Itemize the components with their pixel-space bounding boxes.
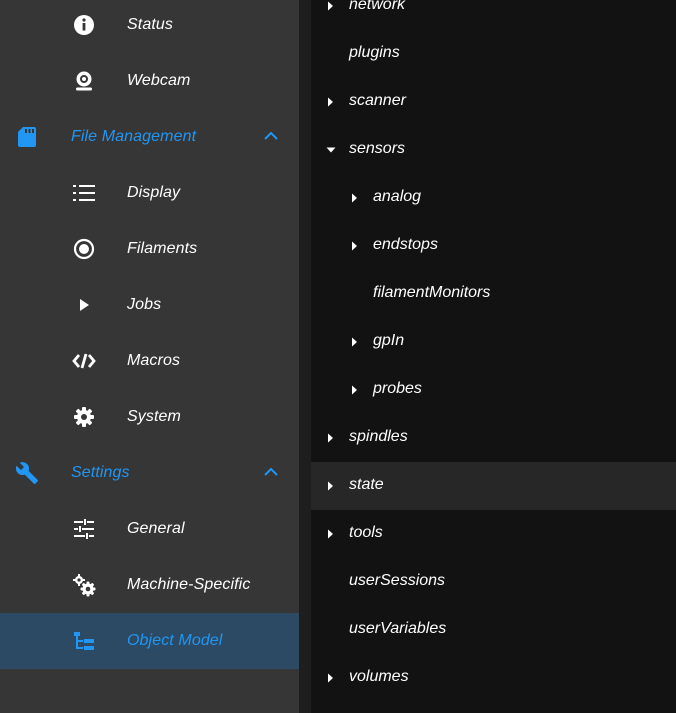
caret-right-icon[interactable] (325, 672, 337, 684)
tree-node-user-variables[interactable]: userVariables (311, 606, 676, 654)
tree-label-filament-monitors: filamentMonitors (373, 284, 491, 301)
tree-label-tools: tools (349, 524, 383, 541)
tree-node-probes[interactable]: probes (311, 366, 676, 414)
caret-right-icon[interactable] (349, 336, 361, 348)
nav-label-filaments: Filaments (127, 240, 198, 257)
tree-label-user-variables: userVariables (349, 620, 447, 637)
gear-icon (70, 403, 98, 431)
caret-right-icon[interactable] (325, 528, 337, 540)
webcam-icon (70, 67, 98, 95)
numbered-list-icon (70, 179, 98, 207)
caret-right-icon[interactable] (325, 480, 337, 492)
tree-node-filament-monitors[interactable]: filamentMonitors (311, 270, 676, 318)
caret-right-icon[interactable] (325, 96, 337, 108)
caret-right-icon[interactable] (325, 0, 337, 12)
nav-label-macros: Macros (127, 352, 181, 369)
nav-label-status: Status (127, 16, 173, 33)
tree-node-tools[interactable]: tools (311, 510, 676, 558)
nav-label-webcam: Webcam (127, 72, 191, 89)
tree-node-network[interactable]: network (311, 0, 676, 30)
caret-right-icon[interactable] (325, 432, 337, 444)
tree-node-endstops[interactable]: endstops (311, 222, 676, 270)
navigation-sidebar: Status Webcam File Management Display Fi… (0, 0, 299, 713)
nav-item-macros[interactable]: Macros (0, 333, 299, 389)
tree-label-gpin: gpIn (373, 332, 405, 349)
nav-label-system: System (127, 408, 181, 425)
play-icon (70, 291, 98, 319)
tune-sliders-icon (70, 515, 98, 543)
chevron-up-icon (264, 467, 278, 476)
info-icon (70, 11, 98, 39)
chevron-up-icon (264, 131, 278, 140)
tree-label-network: network (349, 0, 406, 13)
nav-item-general[interactable]: General (0, 501, 299, 557)
tree-label-scanner: scanner (349, 92, 406, 109)
tree-label-state: state (349, 476, 384, 493)
tree-node-analog[interactable]: analog (311, 174, 676, 222)
object-model-tree: network plugins scanner sensors analog e… (311, 0, 676, 713)
tree-node-gpin[interactable]: gpIn (311, 318, 676, 366)
wrench-icon (13, 459, 41, 487)
nav-item-status[interactable]: Status (0, 0, 299, 53)
tree-node-user-sessions[interactable]: userSessions (311, 558, 676, 606)
nav-label-display: Display (127, 184, 181, 201)
nav-label-jobs: Jobs (127, 296, 162, 313)
tree-label-analog: analog (373, 188, 422, 205)
nav-item-display[interactable]: Display (0, 165, 299, 221)
tree-label-sensors: sensors (349, 140, 406, 157)
nav-label-settings: Settings (71, 464, 130, 481)
nav-label-general: General (127, 520, 185, 537)
tree-label-plugins: plugins (349, 44, 400, 61)
nav-item-jobs[interactable]: Jobs (0, 277, 299, 333)
tree-node-state[interactable]: state (311, 462, 676, 510)
tree-node-sensors[interactable]: sensors (311, 126, 676, 174)
nav-item-object-model[interactable]: Object Model (0, 613, 299, 669)
nav-label-machine-specific: Machine-Specific (127, 576, 251, 593)
nav-item-machine-specific[interactable]: Machine-Specific (0, 557, 299, 613)
nav-group-settings[interactable]: Settings (0, 445, 299, 501)
caret-right-icon[interactable] (349, 384, 361, 396)
sd-card-icon (13, 123, 41, 151)
tree-label-spindles: spindles (349, 428, 408, 445)
tree-node-spindles[interactable]: spindles (311, 414, 676, 462)
nav-label-object-model: Object Model (127, 632, 223, 649)
tree-node-plugins[interactable]: plugins (311, 30, 676, 78)
nav-item-filaments[interactable]: Filaments (0, 221, 299, 277)
caret-right-icon[interactable] (349, 192, 361, 204)
nav-item-system[interactable]: System (0, 389, 299, 445)
radio-target-icon (70, 235, 98, 263)
panel-divider (299, 0, 311, 713)
tree-label-probes: probes (373, 380, 422, 397)
tree-node-volumes[interactable]: volumes (311, 654, 676, 702)
file-tree-icon (70, 627, 98, 655)
tree-label-user-sessions: userSessions (349, 572, 446, 589)
tree-node-scanner[interactable]: scanner (311, 78, 676, 126)
caret-right-icon[interactable] (349, 240, 361, 252)
nav-item-webcam[interactable]: Webcam (0, 53, 299, 109)
nav-group-file-management[interactable]: File Management (0, 109, 299, 165)
caret-down-icon[interactable] (325, 144, 337, 156)
tree-label-endstops: endstops (373, 236, 438, 253)
tree-label-volumes: volumes (349, 668, 409, 685)
cogs-icon (70, 571, 98, 599)
code-icon (70, 347, 98, 375)
nav-label-file-management: File Management (71, 128, 197, 145)
